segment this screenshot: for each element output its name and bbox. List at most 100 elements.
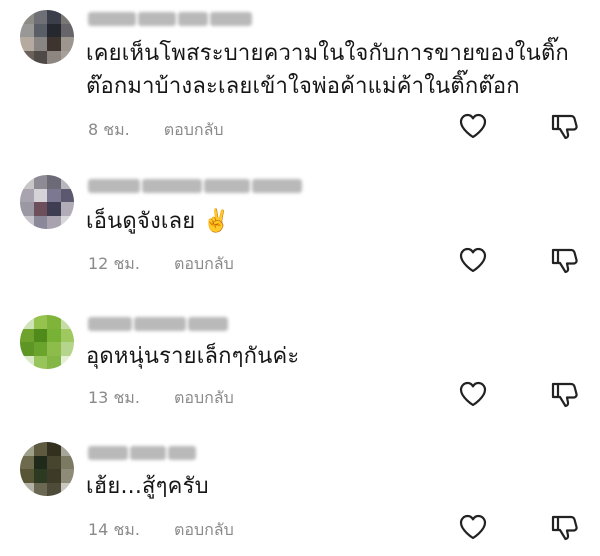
avatar-pixel <box>60 188 74 203</box>
comment-item: อุดหนุ่นรายเล็กๆกันค่ะ 13 ชม. ตอบกลับ <box>0 305 600 425</box>
comment-meta: 14 ชม. ตอบกลับ <box>88 518 234 543</box>
reply-button[interactable]: ตอบกลับ <box>174 518 234 543</box>
avatar-pixel <box>47 482 61 496</box>
avatar-pixel <box>60 442 74 456</box>
avatar-pixel <box>60 10 74 24</box>
comment-meta: 13 ชม. ตอบกลับ <box>88 386 234 411</box>
avatar[interactable] <box>20 10 74 64</box>
comment-item: เฮ้ย...สู้ๆครับ 14 ชม. ตอบกลับ <box>0 432 600 556</box>
comment-text-line: เฮ้ย...สู้ๆครับ <box>86 474 209 499</box>
heart-outline-icon <box>459 514 487 540</box>
avatar-pixel <box>20 50 34 64</box>
reply-button[interactable]: ตอบกลับ <box>174 252 234 277</box>
comment-item: เคยเห็นโพสระบายความในใจกับการขายของในติ๊… <box>0 0 600 150</box>
avatar-pixel <box>60 315 74 329</box>
avatar-pixel <box>60 23 74 38</box>
thumbs-down-outline-icon <box>551 515 578 541</box>
avatar-pixel <box>47 188 61 203</box>
avatar-pixel <box>20 10 34 24</box>
heart-outline-icon <box>459 113 487 139</box>
comment-text-line: ต๊อกมาบ้างละเลยเข้าใจพ่อค้าแม่ค้าในติ๊กต… <box>86 74 520 99</box>
avatar-pixel <box>60 175 74 189</box>
heart-outline-icon <box>459 247 487 273</box>
like-button[interactable] <box>457 511 489 543</box>
avatar-pixel <box>33 23 48 38</box>
avatar-pixel <box>33 342 48 356</box>
comment-time: 14 ชม. <box>88 520 140 539</box>
comment-time: 13 ชม. <box>88 388 140 407</box>
thumbs-down-outline-icon <box>551 382 578 408</box>
avatar-pixel <box>20 469 34 483</box>
avatar-pixel <box>60 37 74 51</box>
avatar-pixel <box>33 215 48 229</box>
comment-text: เฮ้ย...สู้ๆครับ <box>86 470 586 503</box>
avatar-pixel <box>60 342 74 356</box>
avatar[interactable] <box>20 315 74 369</box>
dislike-button[interactable] <box>548 378 580 410</box>
avatar-pixel <box>20 355 34 369</box>
username-blurred[interactable] <box>88 179 302 193</box>
avatar-pixel <box>47 215 61 229</box>
avatar-pixel <box>33 355 48 369</box>
like-button[interactable] <box>457 244 489 276</box>
avatar[interactable] <box>20 442 74 496</box>
avatar-pixel <box>60 50 74 64</box>
avatar-pixel <box>60 455 74 470</box>
avatar-pixel <box>33 469 48 483</box>
avatar-pixel <box>20 188 34 203</box>
like-button[interactable] <box>457 378 489 410</box>
dislike-button[interactable] <box>548 511 580 543</box>
avatar-pixel <box>60 328 74 343</box>
avatar-pixel <box>60 355 74 369</box>
username-blurred[interactable] <box>88 12 252 26</box>
avatar-pixel <box>47 37 61 51</box>
dislike-button[interactable] <box>548 244 580 276</box>
avatar-pixel <box>33 482 48 496</box>
avatar-pixel <box>47 202 61 216</box>
avatar-pixel <box>47 442 61 456</box>
avatar-pixel <box>47 50 61 64</box>
comment-text: เคยเห็นโพสระบายความในใจกับการขายของในติ๊… <box>86 37 586 103</box>
avatar-pixel <box>60 202 74 216</box>
avatar[interactable] <box>20 175 74 229</box>
avatar-pixel <box>33 315 48 329</box>
avatar-pixel <box>20 23 34 38</box>
username-blurred[interactable] <box>88 446 196 460</box>
avatar-pixel <box>20 315 34 329</box>
comment-item: เอ็นดูจังเลย ✌️ 12 ชม. ตอบกลับ <box>0 165 600 295</box>
comment-text-line: อุดหนุ่นรายเล็กๆกันค่ะ <box>86 344 300 369</box>
reply-button[interactable]: ตอบกลับ <box>164 118 224 143</box>
avatar-pixel <box>20 37 34 51</box>
thumbs-down-outline-icon <box>551 114 578 140</box>
reply-button[interactable]: ตอบกลับ <box>174 386 234 411</box>
avatar-pixel <box>33 188 48 203</box>
avatar-pixel <box>47 342 61 356</box>
avatar-pixel <box>60 469 74 483</box>
avatar-pixel <box>33 202 48 216</box>
comment-feed: เคยเห็นโพสระบายความในใจกับการขายของในติ๊… <box>0 0 600 556</box>
heart-outline-icon <box>459 381 487 407</box>
like-button[interactable] <box>457 110 489 142</box>
avatar-pixel <box>47 315 61 329</box>
username-blurred[interactable] <box>88 317 228 331</box>
avatar-pixel <box>33 455 48 470</box>
avatar-pixel <box>20 342 34 356</box>
comment-time: 12 ชม. <box>88 254 140 273</box>
avatar-pixel <box>60 482 74 496</box>
comment-text-line: เอ็นดูจังเลย ✌️ <box>86 209 231 234</box>
avatar-pixel <box>47 355 61 369</box>
avatar-pixel <box>20 482 34 496</box>
avatar-pixel <box>47 455 61 470</box>
dislike-button[interactable] <box>548 110 580 142</box>
comment-text: อุดหนุ่นรายเล็กๆกันค่ะ <box>86 340 586 373</box>
avatar-pixel <box>33 50 48 64</box>
avatar-pixel <box>60 215 74 229</box>
avatar-pixel <box>33 10 48 24</box>
avatar-pixel <box>20 215 34 229</box>
comment-text: เอ็นดูจังเลย ✌️ <box>86 205 586 238</box>
comment-time: 8 ชม. <box>88 120 130 139</box>
thumbs-down-outline-icon <box>551 248 578 274</box>
avatar-pixel <box>20 442 34 456</box>
avatar-pixel <box>47 328 61 343</box>
comment-text-line: เคยเห็นโพสระบายความในใจกับการขายของในติ๊… <box>86 41 569 66</box>
